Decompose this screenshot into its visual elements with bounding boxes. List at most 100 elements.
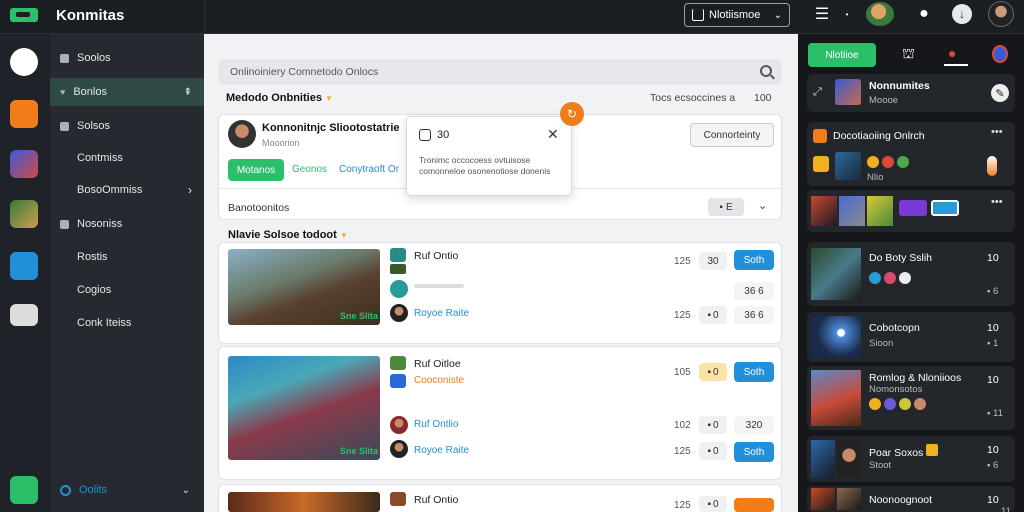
expand-icon[interactable]: ⤢ xyxy=(813,86,822,99)
popup-card: 30 ✕ Tronimc occocoess ovtuisose comonne… xyxy=(406,116,572,196)
row-pill[interactable]: ▪ 0 xyxy=(699,442,727,460)
sidebar-item-label: Nosoniss xyxy=(77,218,123,230)
row-action-button[interactable]: Soth xyxy=(734,442,774,462)
feed-item[interactable]: Poar Soxos Stoot 10 ▪ 6 xyxy=(807,436,1015,482)
sidebar-item-bonlos[interactable]: ♥ Bonlos ⇞ xyxy=(50,78,204,106)
search-placeholder: Onlinoiniery Comnetodo Onlocs xyxy=(230,66,379,78)
row-action-button[interactable]: Soth xyxy=(734,250,774,270)
row-count: 125 xyxy=(674,256,691,267)
rail-store-icon[interactable] xyxy=(10,100,38,128)
rail-send-icon[interactable] xyxy=(10,252,38,280)
row-avatar xyxy=(390,304,408,322)
row-pill[interactable]: 36 6 xyxy=(734,282,774,300)
row-name[interactable]: Ruf Oitloe xyxy=(414,358,461,370)
rail-folder-icon[interactable] xyxy=(10,304,38,326)
feed-item[interactable]: Do Boty Sslih 10 ▪ 6 xyxy=(807,242,1015,306)
row-pill[interactable]: ▪ 0 xyxy=(699,306,727,324)
tab-underline xyxy=(944,64,968,66)
feed-thumb xyxy=(837,440,861,478)
game-icon xyxy=(390,356,406,370)
row-pill[interactable]: ▪ 0 xyxy=(699,416,727,434)
more-icon[interactable]: ••• xyxy=(991,196,1003,208)
notification-badge-icon[interactable]: ↻ xyxy=(560,102,584,126)
rail-character-icon[interactable] xyxy=(10,200,38,228)
feed-item[interactable]: Noonoognoot 10 11 xyxy=(807,486,1015,512)
app-logo-icon[interactable] xyxy=(10,8,38,22)
feed-thumb xyxy=(837,488,861,510)
row-name[interactable]: Cooconiste xyxy=(414,375,464,386)
feed-badge-count: 11 xyxy=(1001,506,1011,512)
user-icon[interactable]: ● xyxy=(914,4,934,24)
row-placeholder xyxy=(414,284,464,288)
secondary-button[interactable]: Geonos xyxy=(292,164,327,175)
sidebar-item-nosoniss[interactable]: Nosoniss xyxy=(50,210,204,238)
featured-footer-pill[interactable]: ▪ E xyxy=(708,198,744,216)
row-pill[interactable]: ▪ 0 xyxy=(699,363,727,381)
feed-sub: Nomonsotos xyxy=(869,384,923,395)
row-name[interactable]: Ruf Ontio xyxy=(414,494,458,506)
sidebar-item-contmiss[interactable]: Contmiss xyxy=(50,144,204,172)
feed-thumb xyxy=(811,196,837,226)
featured-subtitle: Mooorion xyxy=(262,138,300,148)
game-thumbnail[interactable] xyxy=(228,492,380,512)
row-pill[interactable]: 320 xyxy=(734,416,774,434)
game-thumbnail[interactable] xyxy=(228,356,380,460)
square-icon xyxy=(60,121,69,131)
sidebar-item-label: Cogios xyxy=(77,284,112,296)
row-count: 125 xyxy=(674,500,691,511)
close-icon[interactable]: ✕ xyxy=(547,126,559,143)
sidebar-item-cogios[interactable]: Cogios xyxy=(50,276,204,304)
row-count: 125 xyxy=(674,446,691,457)
row-pill[interactable]: 30 xyxy=(699,252,727,270)
row-pill[interactable]: ▪ 0 xyxy=(699,496,727,512)
community-button[interactable]: Connorteinty xyxy=(690,123,774,147)
edit-icon[interactable]: ✎ xyxy=(991,84,1009,102)
language-select[interactable]: Nlotiismoe ⌄ xyxy=(684,3,790,27)
row-name[interactable]: Royoe Raite xyxy=(414,445,469,456)
more-icon[interactable]: ••• xyxy=(991,126,1003,138)
rail-profile-icon[interactable] xyxy=(10,476,38,504)
feed-thumb xyxy=(811,248,861,300)
feed-item[interactable]: ••• xyxy=(807,190,1015,232)
profile-row[interactable]: ⤢ Nonnumites Moooe ✎ xyxy=(807,74,1015,112)
sidebar-footer-item[interactable]: Oolits ⌄ xyxy=(50,476,204,504)
sidebar-item-solsos[interactable]: Solsos xyxy=(50,112,204,140)
feed-thumb xyxy=(811,316,861,358)
bell-icon xyxy=(692,9,704,21)
feed-thumb xyxy=(835,152,861,180)
row-avatar xyxy=(390,416,408,434)
rail-game-icon[interactable] xyxy=(10,150,38,178)
chevron-down-icon: ⌄ xyxy=(773,9,782,21)
row-action-button[interactable] xyxy=(734,498,774,512)
featured-title: Konnonitnjc Sliootostatrie xyxy=(262,122,400,134)
tab-trophy-icon[interactable]: ⛫ xyxy=(902,45,915,64)
search-input[interactable]: Onlinoiniery Comnetodo Onlocs xyxy=(218,59,782,85)
row-pill[interactable]: 36 6 xyxy=(734,306,774,324)
tab-active[interactable]: Nlotiioe xyxy=(808,43,876,67)
search-icon[interactable] xyxy=(760,65,772,77)
menu-icon[interactable]: ☰ xyxy=(812,4,832,24)
sort-label[interactable]: Tocs ecsoccines a xyxy=(650,92,735,104)
game-avatar-icon[interactable] xyxy=(866,2,894,26)
feed-item[interactable]: Romlog & Nloniioos Nomonsotos 10 ▪ 11 xyxy=(807,366,1015,430)
feed-item[interactable]: Cobotcopn Sioon 10 ▪ 1 xyxy=(807,312,1015,362)
sort-value[interactable]: 100 xyxy=(754,92,772,104)
featured-link[interactable]: Conytraoft Or xyxy=(339,164,405,175)
feed-item[interactable]: Docotiaoiing Onlrch ••• Nlio xyxy=(807,122,1015,186)
tab-gift-icon[interactable]: ● xyxy=(948,45,956,61)
rail-home-icon[interactable] xyxy=(10,48,38,76)
row-name[interactable]: Ruf Ontio xyxy=(414,250,458,262)
sidebar-item-soolos[interactable]: Soolos xyxy=(50,44,204,72)
row-name[interactable]: Royoe Raite xyxy=(414,308,469,319)
row-name[interactable]: Ruf Ontlio xyxy=(414,419,458,430)
sidebar-item-bosoommiss[interactable]: BosoOmmiss › xyxy=(50,176,204,204)
row-action-button[interactable]: Soth xyxy=(734,362,774,382)
sidebar-item-conk-iteiss[interactable]: Conk Iteiss xyxy=(50,309,204,337)
user-avatar[interactable] xyxy=(988,1,1014,27)
feed-title: Poar Soxos xyxy=(869,444,939,459)
tab-shield-icon[interactable] xyxy=(992,45,1008,63)
arrow-down-icon[interactable]: ↓ xyxy=(952,4,972,24)
chevron-down-icon[interactable]: ⌄ xyxy=(758,199,767,212)
join-button[interactable]: Motanos xyxy=(228,159,284,181)
sidebar-item-rostis[interactable]: Rostis xyxy=(50,243,204,271)
